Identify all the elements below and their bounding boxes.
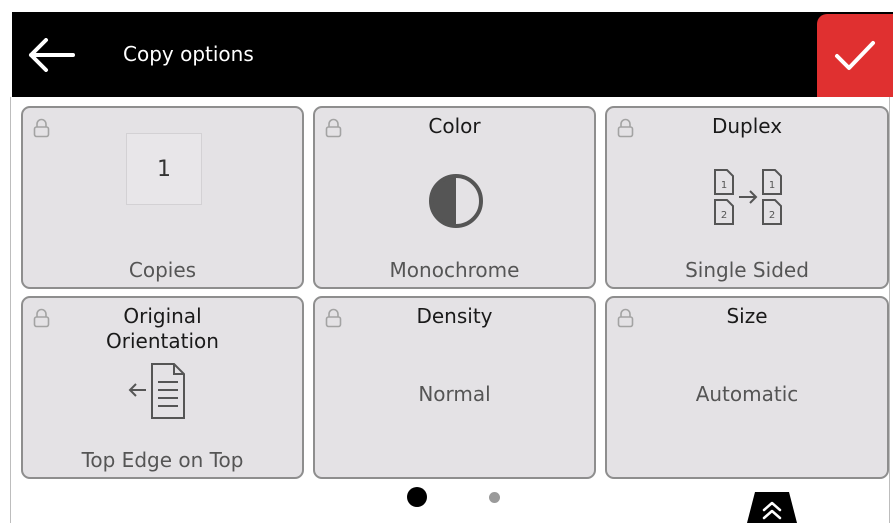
duplex-tile[interactable]: Duplex 1 2 1 2 Single Sided (605, 106, 889, 289)
checkmark-icon (835, 40, 875, 70)
document-arrow-icon (128, 363, 185, 419)
density-tile[interactable]: Density Normal (313, 296, 596, 479)
density-title: Density (416, 304, 493, 328)
duplex-page-number: 1 (769, 180, 775, 191)
duplex-page-number: 2 (721, 210, 727, 221)
density-value: Normal (418, 382, 491, 406)
copies-label: Copies (128, 258, 197, 282)
back-button[interactable] (26, 34, 76, 76)
left-divider (10, 97, 11, 523)
duplex-value: Single Sided (685, 258, 809, 282)
page-indicator-inactive[interactable] (489, 492, 500, 503)
duplex-page-number: 2 (769, 210, 775, 221)
confirm-button[interactable] (817, 14, 893, 97)
orientation-value: Top Edge on Top (81, 448, 244, 472)
arrow-left-icon (29, 38, 75, 72)
color-title: Color (428, 114, 481, 138)
orientation-tile[interactable]: Original Orientation Top Edge on Top (21, 296, 304, 479)
expand-panel-button[interactable] (747, 492, 797, 523)
page-indicator-active[interactable] (407, 487, 427, 507)
right-divider (889, 97, 890, 523)
copies-tile[interactable]: 1 Copies (21, 106, 304, 289)
page-title: Copy options (123, 42, 254, 66)
header-bar: Copy options (12, 12, 893, 97)
orientation-title-line1: Original (123, 304, 202, 328)
double-chevron-up-icon (747, 492, 797, 523)
duplex-title: Duplex (711, 114, 783, 138)
copies-count-field[interactable]: 1 (126, 133, 202, 205)
size-title: Size (726, 304, 768, 328)
half-circle-icon (429, 174, 483, 228)
size-tile[interactable]: Size Automatic (605, 296, 889, 479)
color-tile[interactable]: Color Monochrome (313, 106, 596, 289)
orientation-title-line2: Orientation (106, 329, 219, 353)
duplex-page-number: 1 (721, 180, 727, 191)
duplex-pages-icon: 1 2 1 2 (714, 169, 782, 225)
size-value: Automatic (695, 382, 799, 406)
color-value: Monochrome (389, 258, 520, 282)
lock-icon (33, 118, 50, 138)
